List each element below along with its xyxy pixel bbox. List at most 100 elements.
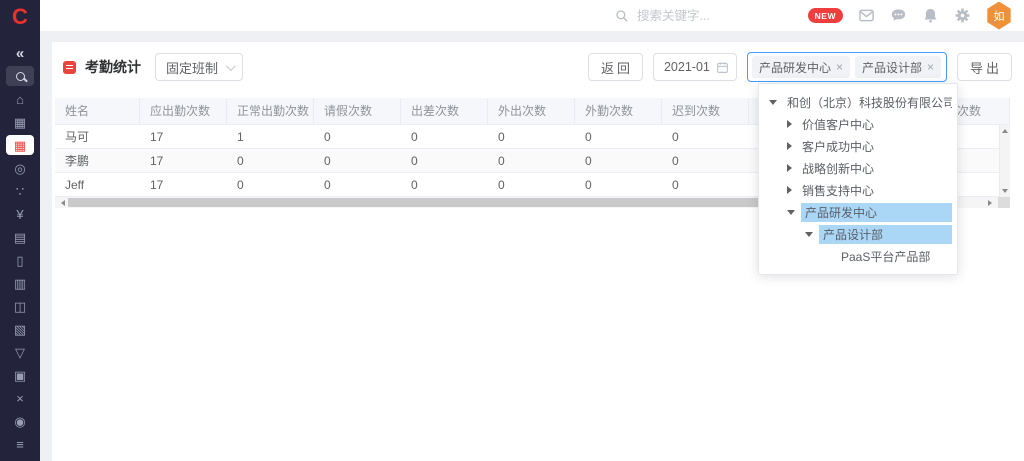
tree-node[interactable]: 和创（北京）科技股份有限公司 [759, 91, 957, 113]
gear-icon[interactable] [954, 7, 971, 24]
global-search [615, 9, 787, 23]
toolbar: 返回 2021-01 产品研发中心 × 产品设计部 × 导出 [588, 52, 1012, 82]
caret-right-icon[interactable] [787, 120, 792, 128]
cell-name: Jeff [55, 173, 140, 196]
tree-node[interactable]: 产品设计部 [759, 223, 957, 245]
chat-icon[interactable] [890, 7, 907, 24]
sidebar-item-contacts[interactable]: ◫ [6, 296, 34, 316]
column-header: 正常出勤次数 [227, 98, 314, 124]
scroll-up-icon[interactable] [1002, 126, 1008, 133]
cell-value: 0 [314, 125, 401, 148]
tree-node[interactable]: PaaS平台产品部 [759, 245, 957, 267]
cell-value: 0 [314, 149, 401, 172]
tree-node-label: 产品研发中心 [801, 203, 952, 222]
search-input[interactable] [637, 9, 787, 23]
month-picker-value: 2021-01 [664, 60, 710, 74]
cell-value: 0 [401, 125, 488, 148]
back-button[interactable]: 返回 [588, 53, 643, 81]
column-header: 应出勤次数 [140, 98, 227, 124]
cell-name: 李鹏 [55, 149, 140, 172]
sidebar-item-collapse[interactable]: « [6, 43, 34, 63]
caret-down-icon[interactable] [787, 210, 795, 215]
column-header: 请假次数 [314, 98, 401, 124]
export-button[interactable]: 导出 [957, 53, 1012, 81]
department-multiselect[interactable]: 产品研发中心 × 产品设计部 × [747, 52, 947, 82]
sidebar-item-home[interactable]: ⌂ [6, 89, 34, 109]
month-picker[interactable]: 2021-01 [653, 53, 737, 81]
user-avatar[interactable]: 如 [986, 2, 1012, 30]
cell-value: 0 [488, 149, 575, 172]
topbar: NEW 如 [40, 0, 1024, 31]
cell-value: 0 [575, 149, 662, 172]
scroll-left-icon[interactable] [58, 200, 65, 206]
attendance-doc-icon [63, 61, 76, 74]
caret-down-icon[interactable] [769, 100, 777, 105]
page-title: 考勤统计 [85, 57, 141, 77]
new-badge[interactable]: NEW [808, 8, 843, 23]
cell-value: 17 [140, 125, 227, 148]
sidebar-item-documents[interactable]: ▤ [6, 227, 34, 247]
tag-close-icon[interactable]: × [927, 61, 934, 73]
sidebar-item-archive[interactable]: ▣ [6, 365, 34, 385]
scroll-down-icon[interactable] [1002, 189, 1008, 196]
tree-node[interactable]: 客户成功中心 [759, 135, 957, 157]
search-icon [16, 72, 25, 81]
selected-tag: 产品设计部 × [855, 56, 941, 78]
tree-node-label: 价值客户中心 [798, 115, 952, 134]
sidebar-item-finance[interactable]: ¥ [6, 204, 34, 224]
cell-value: 0 [662, 125, 749, 148]
tree-node[interactable]: 销售支持中心 [759, 179, 957, 201]
sidebar-item-attendance[interactable]: ▦ [6, 135, 34, 155]
sidebar-item-navigation[interactable]: ◎ [6, 158, 34, 178]
shift-type-select[interactable]: 固定班制 [155, 53, 243, 81]
tree-node[interactable]: 产品研发中心 [759, 201, 957, 223]
cell-value: 0 [488, 173, 575, 196]
sidebar-item-tools[interactable]: × [6, 388, 34, 408]
sidebar-item-company[interactable]: ▥ [6, 273, 34, 293]
tree-node-label: 销售支持中心 [798, 181, 952, 200]
sidebar-item-filter[interactable]: ▽ [6, 342, 34, 362]
caret-right-icon[interactable] [787, 186, 792, 194]
cell-value: 0 [662, 173, 749, 196]
caret-right-icon[interactable] [787, 164, 792, 172]
sidebar-item-layers[interactable]: ≡ [6, 434, 34, 454]
sidebar-item-target[interactable]: ◉ [6, 411, 34, 431]
scroll-right-icon[interactable] [988, 200, 995, 206]
org-tree-panel: 和创（北京）科技股份有限公司价值客户中心客户成功中心战略创新中心销售支持中心产品… [758, 83, 958, 275]
cell-value: 1 [227, 125, 314, 148]
cell-value: 17 [140, 173, 227, 196]
cell-value: 0 [314, 173, 401, 196]
mail-icon[interactable] [858, 7, 875, 24]
tree-node[interactable]: 价值客户中心 [759, 113, 957, 135]
column-header: 外出次数 [488, 98, 575, 124]
cell-value: 0 [401, 149, 488, 172]
sidebar-item-search[interactable] [6, 66, 34, 86]
sidebar-nav: « ⌂ ▦ ▦ ◎ ∵ ¥ ▤ ▯ ▥ ◫ ▧ ▽ ▣ × ◉ ≡ [6, 43, 34, 457]
sidebar-item-schedule[interactable]: ▦ [6, 112, 34, 132]
sidebar-item-phone-log[interactable]: ▯ [6, 250, 34, 270]
app-logo[interactable]: C [0, 0, 40, 34]
tree-node-label: 客户成功中心 [798, 137, 952, 156]
sidebar-item-share[interactable]: ∵ [6, 181, 34, 201]
cell-value: 0 [488, 125, 575, 148]
tree-node-label: PaaS平台产品部 [837, 247, 952, 266]
cell-value: 0 [227, 173, 314, 196]
tag-label: 产品设计部 [862, 59, 922, 76]
vertical-scrollbar[interactable] [999, 125, 1010, 197]
column-header: 迟到次数 [662, 98, 749, 124]
cell-value: 0 [575, 173, 662, 196]
sidebar: C « ⌂ ▦ ▦ ◎ ∵ ¥ ▤ ▯ ▥ ◫ ▧ ▽ ▣ × ◉ ≡ [0, 0, 40, 461]
column-header: 外勤次数 [575, 98, 662, 124]
tag-label: 产品研发中心 [759, 59, 831, 76]
caret-right-icon[interactable] [787, 142, 792, 150]
topbar-actions: NEW 如 [808, 2, 1024, 30]
chevron-down-icon [226, 61, 236, 71]
bell-icon[interactable] [922, 7, 939, 24]
sidebar-item-calendar[interactable]: ▧ [6, 319, 34, 339]
caret-down-icon[interactable] [805, 232, 813, 237]
tree-node[interactable]: 战略创新中心 [759, 157, 957, 179]
tag-close-icon[interactable]: × [836, 61, 843, 73]
column-header: 姓名 [55, 98, 140, 124]
scrollbar-corner [998, 197, 1010, 208]
tree-node-label: 战略创新中心 [798, 159, 952, 178]
